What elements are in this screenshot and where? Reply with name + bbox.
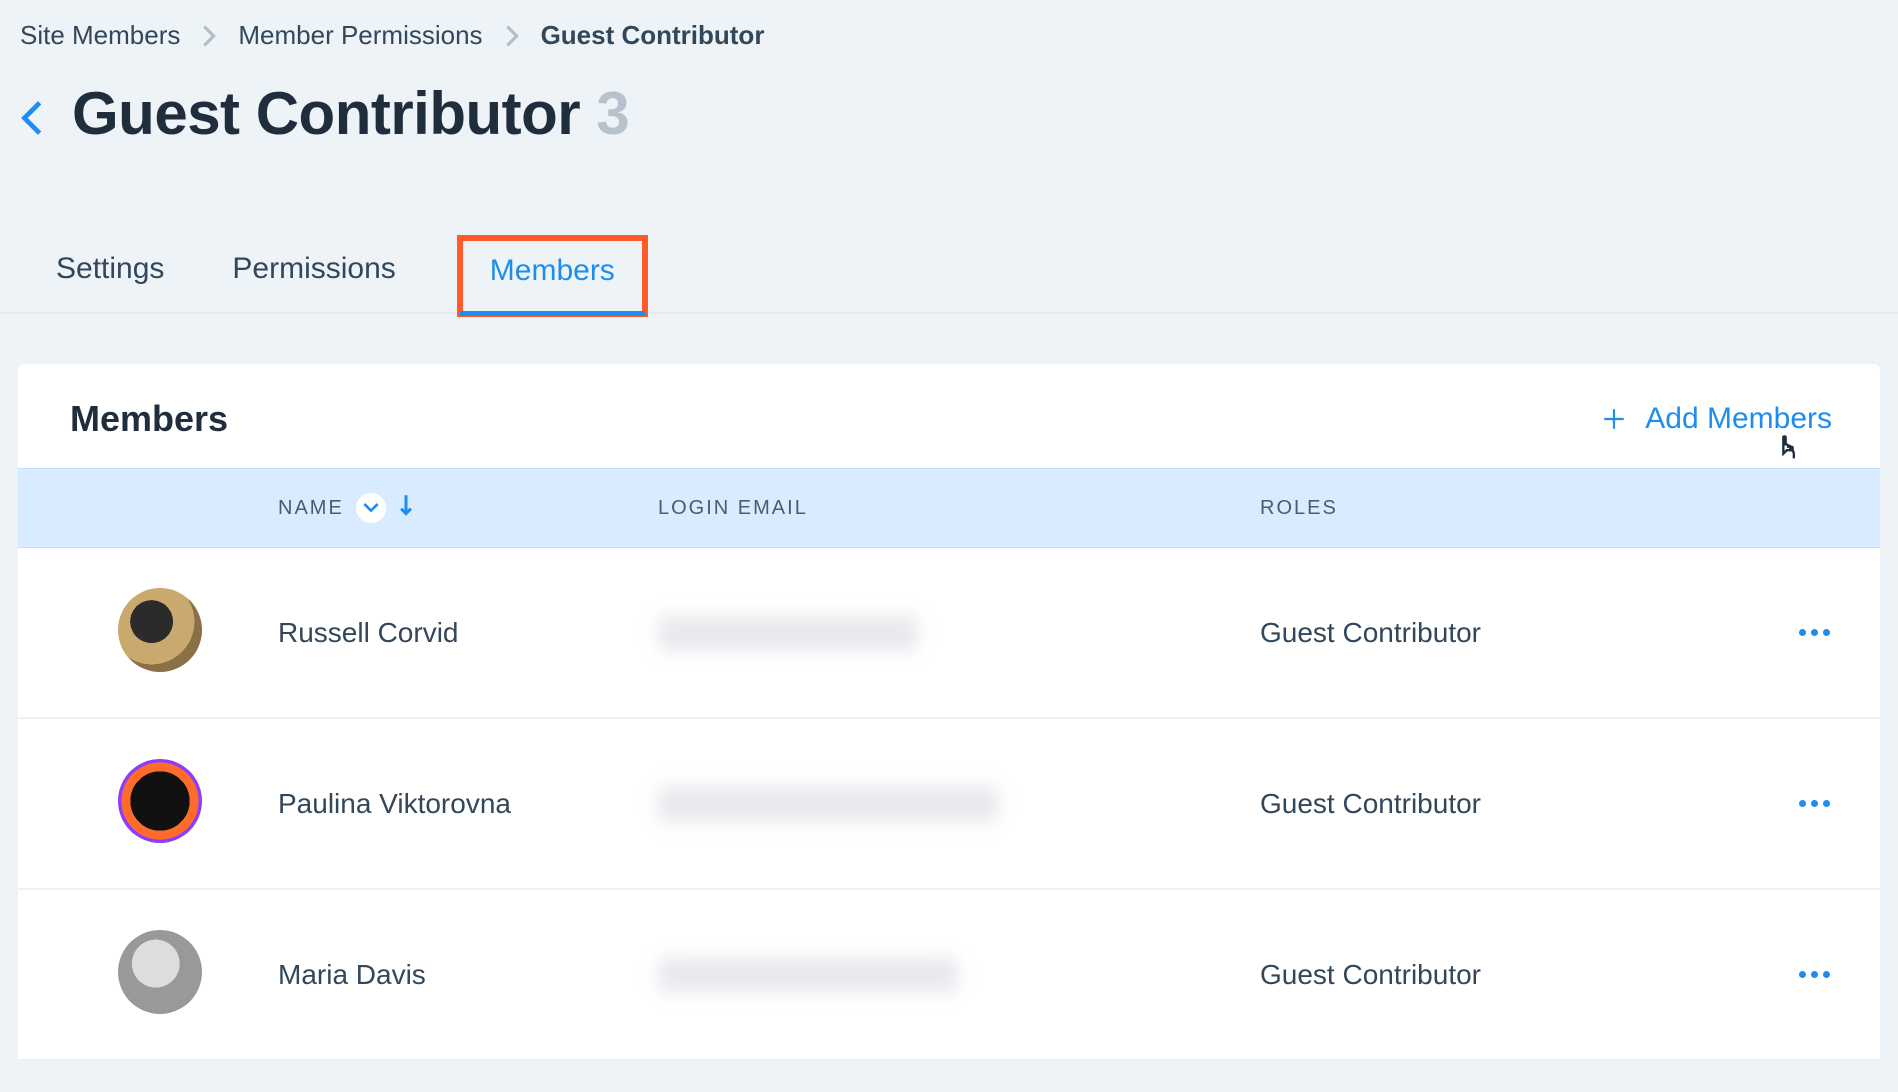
tabs: Settings Permissions Members	[0, 148, 1898, 314]
column-name-label: NAME	[278, 497, 344, 520]
page-title: Guest Contributor 3	[72, 79, 629, 148]
page-title-text: Guest Contributor	[72, 80, 580, 147]
chevron-right-icon	[505, 25, 519, 47]
plus-icon	[1601, 406, 1627, 432]
row-actions-menu[interactable]	[1799, 971, 1830, 978]
member-email	[658, 957, 1260, 993]
sort-direction-icon[interactable]	[398, 494, 414, 522]
column-header-roles[interactable]: ROLES	[1260, 497, 1720, 520]
column-header-name[interactable]: NAME	[278, 493, 658, 523]
back-button[interactable]	[20, 99, 44, 137]
sort-dropdown-icon[interactable]	[356, 493, 386, 523]
table-row[interactable]: Maria Davis Guest Contributor	[18, 890, 1880, 1061]
page-title-count: 3	[596, 80, 629, 147]
members-panel: Members Add Members NAME	[18, 364, 1880, 1061]
member-name: Russell Corvid	[278, 617, 658, 649]
chevron-right-icon	[202, 25, 216, 47]
table-row[interactable]: Paulina Viktorovna Guest Contributor	[18, 719, 1880, 890]
breadcrumb-site-members[interactable]: Site Members	[20, 20, 180, 51]
panel-title: Members	[70, 398, 228, 440]
cursor-pointer-icon	[1774, 432, 1802, 474]
member-role: Guest Contributor	[1260, 617, 1720, 649]
table-header: NAME LOGIN EMAIL ROLES	[18, 468, 1880, 548]
member-role: Guest Contributor	[1260, 959, 1720, 991]
tab-settings[interactable]: Settings	[52, 252, 168, 312]
member-name: Maria Davis	[278, 959, 658, 991]
breadcrumb: Site Members Member Permissions Guest Co…	[0, 0, 1898, 51]
add-members-button[interactable]: Add Members	[1601, 402, 1832, 436]
member-email	[658, 786, 1260, 822]
tab-permissions[interactable]: Permissions	[228, 252, 399, 312]
avatar	[118, 759, 202, 843]
breadcrumb-member-permissions[interactable]: Member Permissions	[238, 20, 482, 51]
member-role: Guest Contributor	[1260, 788, 1720, 820]
member-name: Paulina Viktorovna	[278, 788, 658, 820]
avatar	[118, 930, 202, 1014]
avatar	[118, 588, 202, 672]
row-actions-menu[interactable]	[1799, 800, 1830, 807]
breadcrumb-current: Guest Contributor	[541, 20, 765, 51]
tab-members[interactable]: Members	[460, 238, 645, 314]
table-row[interactable]: Russell Corvid Guest Contributor	[18, 548, 1880, 719]
column-header-email[interactable]: LOGIN EMAIL	[658, 497, 1260, 520]
member-email	[658, 615, 1260, 651]
add-members-label: Add Members	[1645, 402, 1832, 436]
row-actions-menu[interactable]	[1799, 629, 1830, 636]
